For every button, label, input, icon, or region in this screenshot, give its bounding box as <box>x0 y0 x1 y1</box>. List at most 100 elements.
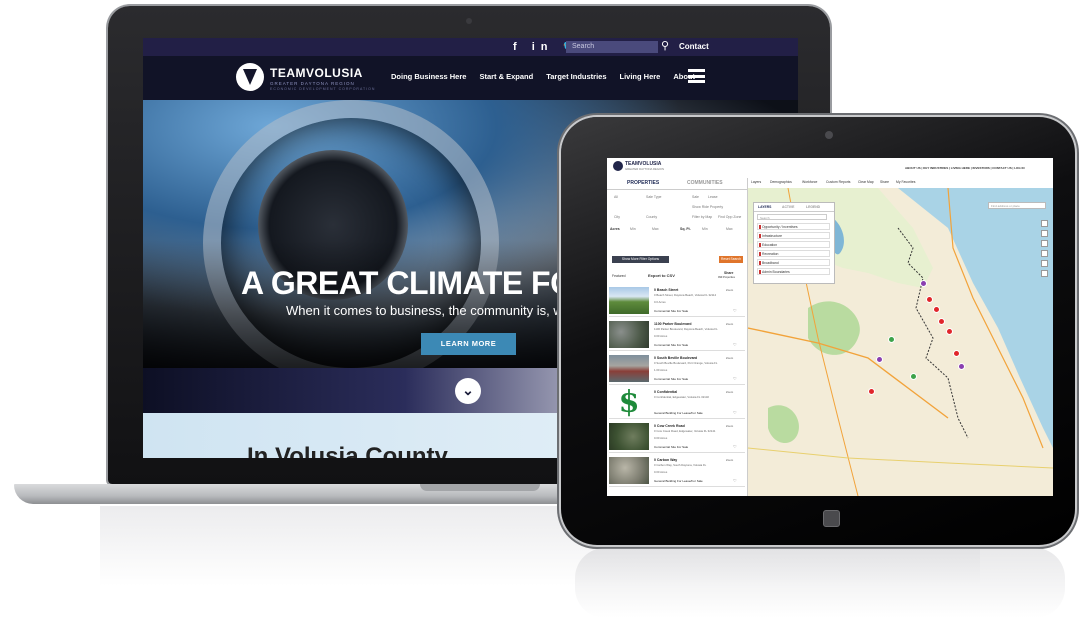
layer-search-input[interactable]: Search <box>757 214 827 220</box>
acres-max-input[interactable]: Max <box>652 227 659 231</box>
map-pin[interactable] <box>910 373 917 380</box>
clear-map-button[interactable]: Clear Map <box>858 180 874 184</box>
search-icon[interactable]: ⚲ <box>661 39 669 52</box>
contact-link[interactable]: Contact <box>679 42 709 51</box>
filter-county-select[interactable]: County <box>646 215 657 219</box>
map-pin[interactable] <box>868 388 875 395</box>
scroll-down-icon[interactable]: ⌄ <box>455 378 481 404</box>
hamburger-menu-icon[interactable] <box>688 69 705 83</box>
app-top-links[interactable]: ABOUT US | KEY INDUSTRIES | LIVING HERE … <box>905 166 1025 170</box>
map-share-button[interactable]: Share <box>880 180 889 184</box>
listing-thumbnail[interactable] <box>609 355 649 382</box>
more-filters-button[interactable]: Show More Filter Options <box>612 256 669 263</box>
map-pin[interactable] <box>926 296 933 303</box>
filter-sale-checkbox[interactable]: Sale <box>692 195 699 199</box>
filter-all-select[interactable]: All <box>614 195 618 199</box>
nav-item-living-here[interactable]: Living Here <box>620 72 661 81</box>
my-favorites-button[interactable]: My Favorites <box>896 180 915 184</box>
favorite-heart-icon[interactable]: ♡ <box>733 478 737 483</box>
map-pin[interactable] <box>953 350 960 357</box>
export-csv-button[interactable]: Export to CSV <box>648 273 675 278</box>
layer-broadband[interactable]: Broadband <box>757 259 830 266</box>
layers-button[interactable]: Layers <box>751 180 761 184</box>
map-pin[interactable] <box>938 318 945 325</box>
sqft-max-input[interactable]: Max <box>726 227 733 231</box>
demographics-button[interactable]: Demographics <box>770 180 792 184</box>
zoom-link[interactable]: Zoom <box>726 288 733 292</box>
tab-legend[interactable]: LEGEND <box>806 205 820 209</box>
favorite-heart-icon[interactable]: ♡ <box>733 342 737 347</box>
list-item[interactable]: 0 Beach Street 0 Beach Street, Daytona B… <box>609 286 745 317</box>
filter-sale-type-select[interactable]: Sale Type <box>646 195 662 199</box>
list-item[interactable]: $ 0 Confidential 0 Confidential, Edgewat… <box>609 388 745 419</box>
zoom-link[interactable]: Zoom <box>726 322 733 326</box>
zoom-in-icon[interactable] <box>1041 220 1048 227</box>
map-pin[interactable] <box>946 328 953 335</box>
layer-opportunity[interactable]: Opportunity / Incentives <box>757 223 830 230</box>
favorite-heart-icon[interactable]: ♡ <box>733 308 737 313</box>
listing-thumbnail[interactable] <box>609 321 649 348</box>
listing-title[interactable]: 0 South Beville Boulevard <box>654 356 697 360</box>
filter-lease-checkbox[interactable]: Lease <box>708 195 718 199</box>
tab-layers[interactable]: LAYERS <box>758 205 771 209</box>
list-item[interactable]: 0 Cow Creek Road 0 Cow Creek Road, Edgew… <box>609 422 745 453</box>
learn-more-button[interactable]: LEARN MORE <box>421 333 516 355</box>
basemap-icon[interactable] <box>1041 260 1048 267</box>
map-search-input[interactable]: Find address or place <box>988 202 1046 209</box>
listing-title[interactable]: 0 Carbon Way <box>654 458 677 462</box>
layer-education[interactable]: Education <box>757 241 830 248</box>
listing-title[interactable]: 0 Beach Street <box>654 288 678 292</box>
locate-icon[interactable] <box>1041 250 1048 257</box>
filter-city-select[interactable]: City <box>614 215 620 219</box>
zoom-link[interactable]: Zoom <box>726 390 733 394</box>
sort-select[interactable]: Featured <box>612 274 626 278</box>
listing-title[interactable]: 1100 Parker Boulevard <box>654 322 692 326</box>
tab-communities[interactable]: COMMUNITIES <box>687 180 723 186</box>
listing-title[interactable]: 0 Cow Creek Road <box>654 424 685 428</box>
nav-item-target-industries[interactable]: Target Industries <box>546 72 606 81</box>
measure-icon[interactable] <box>1041 270 1048 277</box>
listing-thumbnail[interactable] <box>609 287 649 314</box>
team-volusia-logo-icon[interactable] <box>613 161 623 171</box>
tab-properties[interactable]: PROPERTIES <box>627 180 659 186</box>
map-pin[interactable] <box>958 363 965 370</box>
sqft-min-input[interactable]: Min <box>702 227 708 231</box>
favorite-heart-icon[interactable]: ♡ <box>733 410 737 415</box>
list-item[interactable]: 1100 Parker Boulevard 1100 Parker Boulev… <box>609 320 745 351</box>
layer-admin-boundaries[interactable]: Admin Boundaries <box>757 268 830 275</box>
nav-item-start-expand[interactable]: Start & Expand <box>479 72 533 81</box>
acres-min-input[interactable]: Min <box>630 227 636 231</box>
listing-thumbnail[interactable] <box>609 457 649 484</box>
map-pin[interactable] <box>888 336 895 343</box>
show-ride-checkbox[interactable]: Show Ride Property <box>692 205 723 209</box>
workforce-button[interactable]: Workforce <box>802 180 817 184</box>
list-item[interactable]: 0 Carbon Way 0 Carbon Way, South Daytona… <box>609 456 745 487</box>
share-button[interactable]: Share <box>724 271 733 275</box>
listing-thumbnail[interactable] <box>609 423 649 450</box>
zoom-link[interactable]: Zoom <box>726 356 733 360</box>
home-icon[interactable] <box>1041 240 1048 247</box>
zoom-link[interactable]: Zoom <box>726 424 733 428</box>
custom-reports-button[interactable]: Custom Reports <box>826 180 851 184</box>
team-volusia-logo-icon[interactable] <box>236 63 264 91</box>
favorite-heart-icon[interactable]: ♡ <box>733 376 737 381</box>
nav-item-doing-business[interactable]: Doing Business Here <box>391 72 466 81</box>
favorite-heart-icon[interactable]: ♡ <box>733 444 737 449</box>
map-canvas[interactable]: LAYERS ACTIVE LEGEND Search Opportunity … <box>748 188 1053 496</box>
filter-by-map-button[interactable]: Filter by Map <box>692 215 712 219</box>
zoom-link[interactable]: Zoom <box>726 458 733 462</box>
map-pin[interactable] <box>933 306 940 313</box>
tablet-home-button[interactable] <box>823 510 840 527</box>
logo-name[interactable]: TEAMVOLUSIA <box>270 66 363 80</box>
map-pin[interactable] <box>876 356 883 363</box>
reset-search-button[interactable]: Reset Search <box>719 256 743 263</box>
layer-infrastructure[interactable]: Infrastructure <box>757 232 830 239</box>
list-item[interactable]: 0 South Beville Boulevard 0 South Bevill… <box>609 354 745 385</box>
dollar-sign-icon[interactable]: $ <box>609 388 649 418</box>
zoom-out-icon[interactable] <box>1041 230 1048 237</box>
map-pin[interactable] <box>920 280 927 287</box>
layer-recreation[interactable]: Recreation <box>757 250 830 257</box>
find-zone-button[interactable]: Find Opp Zone <box>718 215 741 219</box>
tab-active[interactable]: ACTIVE <box>782 205 794 209</box>
listing-title[interactable]: 0 Confidential <box>654 390 677 394</box>
